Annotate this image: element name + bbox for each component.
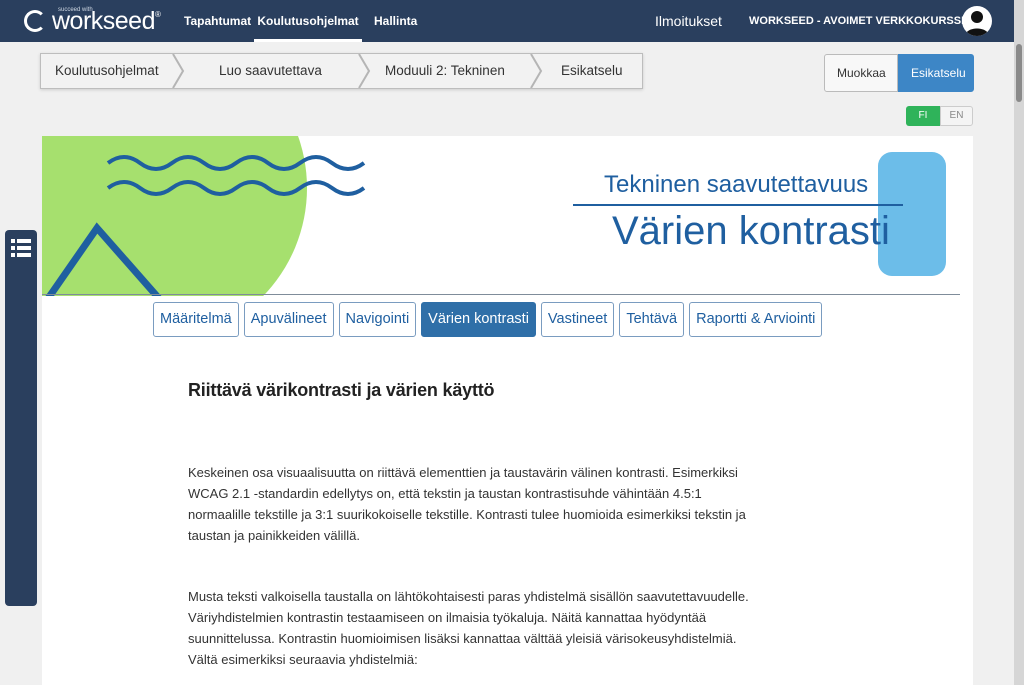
language-toggle: FI EN	[906, 106, 973, 126]
module-tabs: Määritelmä Apuvälineet Navigointi Värien…	[153, 302, 827, 337]
breadcrumb-item-moduuli-2[interactable]: Moduuli 2: Tekninen	[365, 54, 543, 88]
edit-button[interactable]: Muokkaa	[824, 54, 898, 92]
top-navigation-bar: succeed with workseed ® Tapahtumat Koulu…	[0, 0, 1024, 42]
paragraph-line: WCAG 2.1 -standardin edellytys on, että …	[188, 486, 702, 501]
nav-koulutusohjelmat[interactable]: Koulutusohjelmat	[254, 0, 362, 42]
banner-title: Värien kontrasti	[612, 209, 890, 253]
tab-raportti-arviointi[interactable]: Raportti & Arviointi	[689, 302, 823, 337]
preview-button[interactable]: Esikatselu	[898, 54, 974, 92]
mode-button-group: Muokkaa Esikatselu	[824, 54, 974, 92]
paragraph-line: Vältä esimerkiksi seuraavia yhdistelmiä:	[188, 652, 418, 667]
nav-hallinta[interactable]: Hallinta	[374, 0, 417, 42]
tab-varien-kontrasti[interactable]: Värien kontrasti	[421, 302, 536, 337]
banner-bottom-border	[42, 294, 960, 295]
paragraph-line: Musta teksti valkoisella taustalla on lä…	[188, 589, 749, 604]
language-en-button[interactable]: EN	[940, 106, 973, 126]
banner-divider	[573, 204, 903, 206]
article-paragraph-2: Musta teksti valkoisella taustalla on lä…	[188, 586, 828, 670]
tab-navigointi[interactable]: Navigointi	[338, 302, 417, 337]
user-silhouette-icon	[965, 11, 989, 36]
tab-apuvalineet[interactable]: Apuvälineet	[243, 302, 334, 337]
side-panel-toggle[interactable]	[5, 230, 37, 606]
tab-maaritelma[interactable]: Määritelmä	[153, 302, 239, 337]
nav-tapahtumat[interactable]: Tapahtumat	[184, 0, 251, 42]
page-scrollbar[interactable]	[1014, 0, 1024, 685]
breadcrumb-item-koulutusohjelmat[interactable]: Koulutusohjelmat	[41, 54, 185, 88]
article-heading: Riittävä värikontrasti ja värien käyttö	[188, 380, 495, 400]
paragraph-line: Keskeinen osa visuaalisuutta on riittävä…	[188, 465, 738, 480]
paragraph-line: normaalille tekstille ja 3:1 suurikokois…	[188, 507, 746, 522]
breadcrumb: Koulutusohjelmat Luo saavutettava Moduul…	[40, 53, 643, 89]
list-icon	[11, 239, 31, 257]
paragraph-line: Väriyhdistelmien kontrastin testaamiseen…	[188, 610, 707, 625]
breadcrumb-label: Koulutusohjelmat	[55, 63, 159, 78]
logo-tagline: succeed with	[58, 7, 93, 13]
breadcrumb-item-esikatselu[interactable]: Esikatselu	[537, 54, 637, 88]
paragraph-line: taustan ja painikkeiden välillä.	[188, 528, 360, 543]
module-banner: Tekninen saavutettavuus Värien kontrasti	[42, 136, 973, 296]
breadcrumb-label: Moduuli 2: Tekninen	[385, 63, 505, 78]
article-heading-block: Riittävä värikontrasti ja värien käyttö	[188, 380, 828, 401]
logo-registered-mark: ®	[155, 10, 161, 19]
article-paragraph-1: Keskeinen osa visuaalisuutta on riittävä…	[188, 462, 828, 546]
course-content: Tekninen saavutettavuus Värien kontrasti…	[42, 136, 973, 685]
scrollbar-thumb[interactable]	[1016, 44, 1022, 102]
banner-subtitle: Tekninen saavutettavuus	[604, 171, 869, 198]
breadcrumb-label: Luo saavutettava	[219, 63, 322, 78]
language-fi-button[interactable]: FI	[906, 106, 940, 126]
user-avatar-icon[interactable]	[962, 6, 992, 36]
tab-tehtava[interactable]: Tehtävä	[619, 302, 685, 337]
breadcrumb-label: Esikatselu	[561, 63, 623, 78]
logo-ring-icon	[24, 10, 46, 32]
tab-vastineet[interactable]: Vastineet	[540, 302, 615, 337]
breadcrumb-item-luo-saavutettava[interactable]: Luo saavutettava	[179, 54, 371, 88]
notifications-link[interactable]: Ilmoitukset	[655, 0, 722, 42]
workseed-logo[interactable]: succeed with workseed ®	[24, 6, 161, 36]
organization-name[interactable]: WORKSEED - AVOIMET VERKKOKURSSIT	[749, 0, 971, 42]
paragraph-line: suunnittelussa. Kontrastin huomioimisen …	[188, 631, 737, 646]
